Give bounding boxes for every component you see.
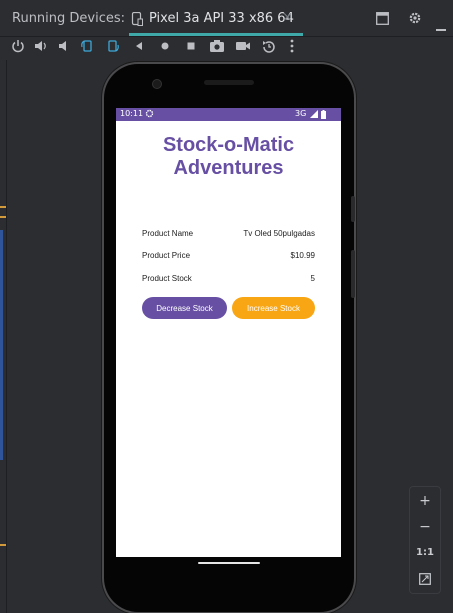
product-price-label: Product Price — [142, 251, 191, 260]
screenshot-icon[interactable] — [209, 39, 225, 55]
running-devices-header: Running Devices: Pixel 3a API 33 x86 64 … — [0, 0, 453, 37]
overview-icon[interactable] — [184, 39, 200, 55]
home-icon[interactable] — [158, 39, 174, 55]
volume-down-icon[interactable] — [57, 39, 73, 55]
increase-stock-button[interactable]: Increase Stock — [232, 297, 315, 319]
rotate-left-icon[interactable] — [80, 39, 96, 55]
window-layout-icon[interactable] — [376, 10, 389, 29]
fit-screen-icon — [419, 573, 431, 585]
volume-up-icon[interactable] — [34, 39, 50, 55]
gesture-home-bar[interactable] — [198, 562, 260, 564]
decrease-stock-button[interactable]: Decrease Stock — [142, 297, 227, 319]
gutter-marker — [0, 544, 6, 546]
rotate-right-icon[interactable] — [106, 39, 122, 55]
product-name-label: Product Name — [142, 229, 194, 238]
battery-icon — [321, 110, 326, 121]
app-title: Stock-o-Matic Adventures — [162, 134, 295, 179]
screen-record-icon[interactable] — [235, 39, 251, 55]
device-power-button[interactable] — [351, 196, 355, 222]
network-type: 3G — [295, 109, 307, 118]
status-bar: 10:11 3G — [116, 108, 341, 121]
gutter-marker — [0, 206, 6, 208]
back-icon[interactable] — [132, 39, 148, 55]
zoom-controls: + − 1:1 — [409, 486, 441, 594]
zoom-in-button[interactable]: + — [410, 489, 440, 513]
emulator-toolbar — [0, 37, 453, 59]
status-time: 10:11 — [120, 109, 144, 118]
device-phone-icon — [131, 11, 143, 30]
gutter-scroll-indicator — [0, 230, 3, 460]
earpiece-speaker — [204, 80, 254, 85]
product-stock-label: Product Stock — [142, 274, 192, 283]
power-icon[interactable] — [11, 39, 27, 55]
tab-label: Pixel 3a API 33 x86 64 — [149, 11, 294, 26]
active-tab-indicator — [129, 33, 303, 36]
close-icon[interactable]: × — [282, 10, 293, 25]
zoom-out-button[interactable]: − — [410, 515, 440, 539]
device-volume-rocker[interactable] — [351, 250, 355, 298]
front-camera — [152, 79, 162, 89]
actual-size-button[interactable]: 1:1 — [410, 541, 440, 565]
product-stock-value: 5 — [310, 274, 315, 283]
tab-pixel-3a[interactable]: Pixel 3a API 33 x86 64 × — [117, 0, 303, 36]
fit-screen-button[interactable] — [410, 567, 440, 591]
product-name-value: Tv Oled 50pulgadas — [243, 229, 315, 238]
panel-title: Running Devices: — [12, 11, 126, 26]
device-screen[interactable]: 10:11 3G Stock-o-Matic Adventures Produc… — [116, 108, 341, 557]
snapshot-icon[interactable] — [261, 39, 277, 55]
settings-gear-icon — [145, 109, 154, 120]
signal-icon — [310, 110, 318, 120]
gutter-marker — [0, 216, 6, 218]
gear-icon[interactable] — [408, 10, 422, 29]
minimize-icon[interactable] — [436, 17, 446, 36]
more-icon[interactable] — [289, 39, 305, 55]
left-gutter — [0, 60, 7, 613]
product-price-value: $10.99 — [290, 251, 315, 260]
